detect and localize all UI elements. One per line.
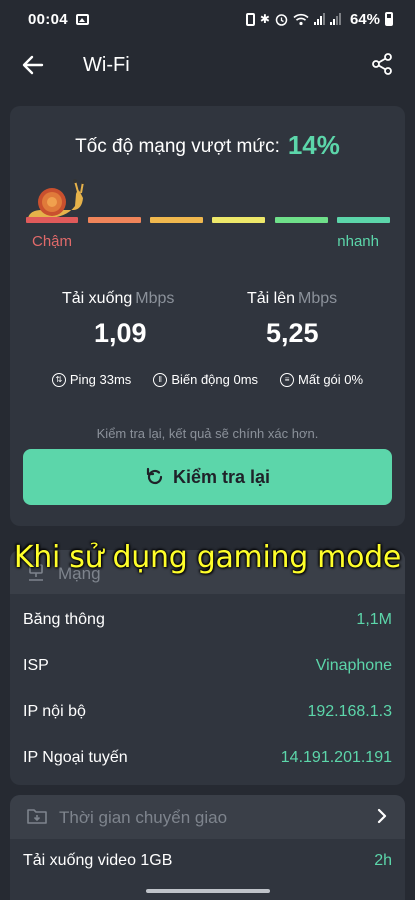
speed-bar-segment-5 [275,217,328,223]
jitter-stat: ‖ Biến động 0ms [153,372,258,387]
network-row-value: 192.168.1.3 [307,703,392,720]
packet-loss-stat: ≡ Mất gói 0% [280,372,363,387]
jitter-text: Biến động 0ms [171,372,259,387]
share-icon[interactable] [369,51,395,77]
status-icons: ✱ 64% [245,10,393,28]
bluetooth-icon: ✱ [259,12,270,26]
alarm-icon [275,13,288,26]
arrow-left-icon[interactable] [20,52,46,78]
battery-saver-icon [245,12,255,26]
page-title: Wi-Fi [83,54,130,76]
ping-icon: ⇅ [51,372,66,387]
chevron-right-icon [377,808,387,824]
upload-label-text: Tải lên [247,290,296,307]
network-row-value: Vinaphone [315,657,392,674]
network-row-value: 1,1M [356,611,392,628]
network-row-bandwidth: Băng thông 1,1M [10,598,405,644]
connection-stats: ⇅ Ping 33ms ‖ Biến động 0ms ≡ Mất gói 0% [10,372,405,387]
network-card: Mạng Băng thông 1,1M ISP Vinaphone IP nộ… [10,550,405,785]
retest-hint: Kiểm tra lại, kết quả sẽ chính xác hơn. [96,426,319,441]
download-label-text: Tải xuống [62,290,133,307]
packet-loss-icon: ≡ [280,372,295,387]
ping-text: Ping 33ms [69,372,132,387]
signal-icon-2 [329,13,341,25]
network-row-isp: ISP Vinaphone [10,644,405,690]
battery-icon [385,12,393,26]
app-bar: Wi-Fi [0,38,415,94]
home-indicator[interactable] [146,889,270,893]
folder-download-icon [27,809,47,824]
status-time: 00:04 [28,10,68,28]
network-row-key: IP Ngoại tuyến [23,749,128,766]
download-value: 1,09 [94,318,147,348]
network-row-external-ip: IP Ngoại tuyến 14.191.201.191 [10,736,405,782]
speed-percent: 14% [287,130,340,160]
overlay-caption: Khi sử dụng gaming mode [13,540,402,575]
speed-bar-segment-3 [150,217,203,223]
wifi-icon [293,13,309,25]
refresh-icon [146,467,163,485]
transfer-row-value: 2h [374,852,392,869]
upload-value: 5,25 [266,318,319,348]
speed-summary: Tốc độ mạng vượt mức: 14% [10,130,405,161]
transfer-time-title: Thời gian chuyển giao [59,808,228,827]
download-unit: Mbps [135,290,175,307]
network-row-key: Băng thông [23,611,105,628]
status-bar: 00:04 ✱ 64% [0,0,415,38]
speed-bar-segment-2 [88,217,141,223]
transfer-row-video: Tải xuống video 1GB 2h [10,849,405,879]
network-row-key: IP nội bộ [23,703,86,720]
transfer-time-header[interactable]: Thời gian chuyển giao [10,795,405,839]
speed-bar-segment-6 [337,217,390,223]
battery-percent: 64% [349,10,380,28]
slow-label: Chậm [32,233,73,250]
snail-icon [28,179,85,218]
upload-unit: Mbps [298,290,338,307]
speed-result-card: Tốc độ mạng vượt mức: 14% Chậm nhanh Tải … [10,106,405,526]
signal-icon [313,13,325,25]
retest-button-label: Kiểm tra lại [172,466,271,487]
transfer-time-card: Thời gian chuyển giao Tải xuống video 1G… [10,795,405,900]
network-row-key: ISP [23,657,49,674]
fast-label: nhanh [337,233,379,250]
ping-stat: ⇅ Ping 33ms [51,372,132,387]
upload-label: Tải lên Mbps [247,290,337,308]
network-row-value: 14.191.201.191 [280,749,392,766]
transfer-row-key: Tải xuống video 1GB [23,852,173,869]
packet-loss-text: Mất gói 0% [298,372,364,387]
retest-button[interactable]: Kiểm tra lại [23,449,392,505]
download-label: Tải xuống Mbps [62,290,174,308]
speed-summary-text: Tốc độ mạng vượt mức: [75,136,280,157]
speed-bar-segment-4 [212,217,265,223]
network-row-local-ip: IP nội bộ 192.168.1.3 [10,690,405,736]
gallery-notification-icon [75,13,89,25]
speed-bar-segment-1 [26,217,78,223]
jitter-icon: ‖ [153,372,168,387]
